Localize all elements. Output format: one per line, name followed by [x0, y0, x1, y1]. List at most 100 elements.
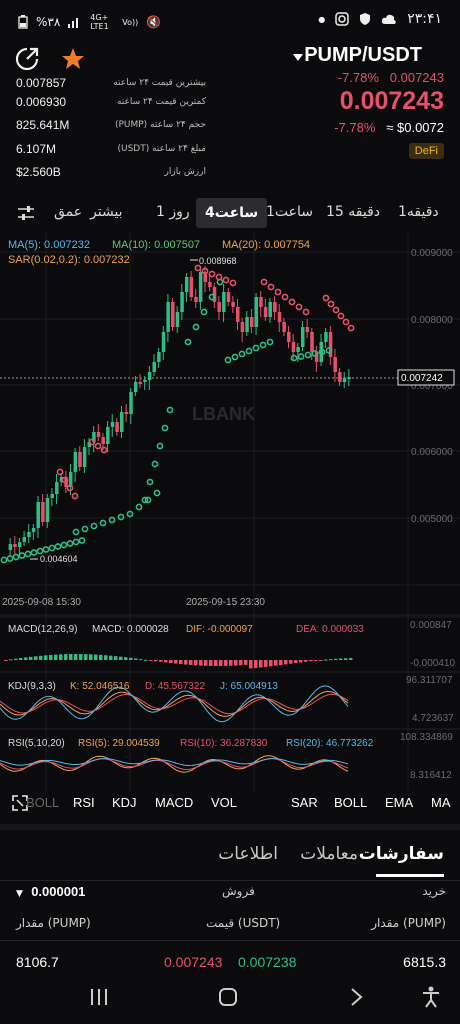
tab-orders[interactable]: سفارشات — [359, 844, 444, 864]
sar-dot — [24, 550, 32, 558]
candle-body — [194, 297, 198, 302]
row-left-qty: 8106.7 — [16, 954, 59, 970]
tab-trades[interactable]: معاملات — [300, 844, 358, 864]
tab-1m[interactable]: 1دقیقه — [398, 204, 439, 220]
macd-bar — [169, 660, 173, 664]
sar-dot — [252, 344, 260, 352]
sar-dot — [215, 273, 223, 281]
candle-body — [120, 412, 124, 432]
ma20-label: MA(20): 0.007754 — [222, 239, 310, 251]
sar-dot — [146, 478, 154, 486]
tab-1h[interactable]: 1ساعت — [266, 204, 313, 220]
settings-sliders-icon[interactable] — [18, 206, 34, 220]
sar-dot — [184, 338, 192, 346]
kdj-j: J: 65.004913 — [220, 681, 278, 692]
indicator-vol[interactable]: VOL — [211, 795, 237, 810]
indicator-rsi[interactable]: RSI — [73, 795, 95, 810]
pair-title[interactable]: PUMP/USDT — [304, 44, 422, 67]
orderbook-row[interactable]: 8106.7 0.007243 0.007238 6815.3 — [16, 954, 446, 974]
rsi-10: RSI(10): 36.287830 — [180, 738, 268, 749]
macd-bar — [309, 660, 313, 662]
tab-depth[interactable]: عمق — [54, 204, 82, 220]
macd-bar — [154, 660, 158, 662]
macd-bar — [219, 660, 223, 666]
sar-dot — [12, 553, 20, 561]
sell-label: فروش — [222, 884, 255, 898]
y-axis-label: 0.005000 — [411, 514, 453, 525]
candle-body — [282, 322, 286, 332]
back-icon[interactable] — [350, 988, 364, 1006]
stat-row: 825.641M (PUMP) حجم ۲۴ ساعته — [16, 114, 206, 138]
indicator-boll[interactable]: BOLL — [334, 795, 367, 810]
high-marker: 0.008968 — [199, 256, 237, 266]
indicator-boll-left[interactable]: BOLL — [26, 795, 59, 810]
share-icon[interactable] — [14, 46, 40, 72]
sar-dot — [78, 537, 86, 544]
macd-bar — [79, 654, 83, 660]
candle-body — [338, 372, 342, 382]
precision-select[interactable]: ▼ 0.000001 — [16, 884, 85, 900]
candle-body — [300, 327, 305, 347]
indicator-sar[interactable]: SAR — [291, 795, 318, 810]
macd-bar — [139, 659, 143, 661]
mute-icon: 🔇 — [146, 15, 162, 29]
indicator-macd[interactable]: MACD — [155, 795, 193, 810]
macd-bar — [69, 654, 73, 660]
macd-bar — [269, 660, 273, 667]
sar-dot — [99, 519, 107, 527]
macd-dif: DIF: -0.000097 — [186, 624, 253, 635]
indicator-ema[interactable]: EMA — [385, 795, 413, 810]
sar-dot — [66, 540, 74, 547]
macd-bar — [244, 660, 248, 665]
tab-4h[interactable]: 4ساعت — [196, 198, 268, 228]
candle-body — [259, 297, 263, 307]
recent-apps-icon[interactable] — [90, 988, 108, 1006]
chevron-down-icon[interactable] — [292, 52, 304, 62]
sar-dot — [267, 283, 275, 291]
macd-bar — [209, 660, 213, 666]
tab-info[interactable]: اطلاعات — [218, 844, 278, 864]
kdj-d: D: 45.567322 — [145, 681, 205, 692]
macd-bar — [99, 654, 103, 660]
change-percent: -7.78% — [337, 70, 379, 85]
chart-watermark: LBANK — [192, 404, 255, 424]
tab-1d[interactable]: 1 روز — [156, 204, 190, 220]
indicator-ma[interactable]: MA — [431, 795, 451, 810]
candle-body — [152, 362, 156, 372]
rsi-5: RSI(5): 29.004539 — [78, 738, 160, 749]
home-icon[interactable] — [218, 987, 238, 1007]
sar-dot — [72, 528, 80, 536]
macd-bar — [264, 660, 268, 667]
signal-icon — [68, 18, 79, 28]
kdj-k: K: 52.046516 — [70, 681, 130, 692]
macd-bar — [149, 660, 153, 661]
status-right: ● ۲۳:۴۱ — [318, 11, 442, 27]
sar-dot — [229, 279, 237, 287]
tab-15m[interactable]: 15 دقیقه — [326, 204, 380, 220]
candle-body — [217, 302, 221, 312]
indicator-kdj[interactable]: KDJ — [112, 795, 137, 810]
sar-dot — [161, 424, 169, 432]
accessibility-icon[interactable] — [422, 986, 440, 1008]
candle-body — [147, 372, 152, 380]
star-icon[interactable] — [60, 46, 86, 72]
macd-bar — [104, 655, 108, 660]
sar-dot — [224, 356, 232, 364]
candle-body — [143, 380, 147, 382]
tab-more[interactable]: بیشتر — [90, 204, 123, 220]
x-axis-label: 2025-09-08 15:30 — [2, 597, 81, 608]
macd-bar — [349, 658, 353, 660]
sar-dot — [54, 543, 62, 550]
caret-down-icon: ▼ — [16, 889, 23, 899]
macd-bar — [284, 660, 288, 665]
macd-bar — [84, 654, 88, 660]
candle-body — [31, 528, 36, 532]
defi-badge: DeFi — [408, 143, 444, 159]
candle-body — [22, 537, 27, 542]
y-axis-label: 0.009000 — [411, 248, 453, 259]
android-nav-bar — [0, 976, 460, 1024]
candle-body — [138, 382, 143, 384]
macd-bar — [279, 660, 283, 666]
candle-body — [254, 297, 259, 327]
price-chart[interactable]: LBANK 0.009000 0.008000 0.006000 0.00500… — [0, 232, 460, 792]
